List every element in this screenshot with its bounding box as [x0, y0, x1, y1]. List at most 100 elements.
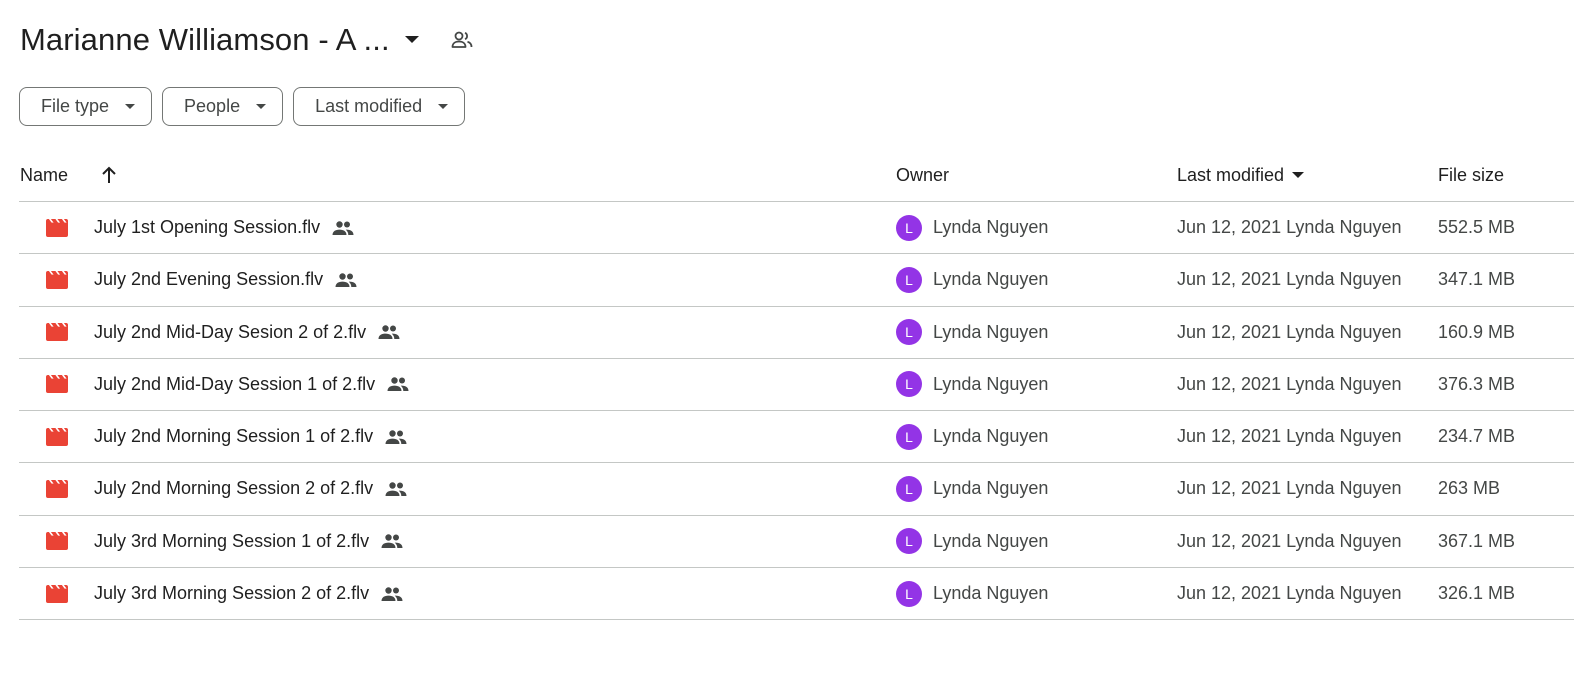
file-size-cell: 347.1 MB — [1438, 269, 1516, 290]
filter-bar: File type People Last modified — [19, 87, 466, 126]
owner-name: Lynda Nguyen — [933, 583, 1049, 604]
avatar: L — [896, 266, 922, 293]
people-filter[interactable]: People — [162, 87, 284, 126]
file-size-cell: 552.5 MB — [1438, 217, 1516, 237]
file-name: July 3rd Morning Session 1 of 2.flv — [94, 530, 370, 551]
owner-cell: L Lynda Nguyen — [896, 307, 1048, 358]
file-name-cell: July 3rd Morning Session 1 of 2.flv — [94, 516, 403, 567]
owner-cell: L Lynda Nguyen — [896, 568, 1048, 619]
people-icon — [332, 220, 354, 235]
owner-name: Lynda Nguyen — [933, 426, 1049, 447]
last-modified-cell: Jun 12, 2021 Lynda Nguyen — [1177, 217, 1402, 237]
file-row[interactable]: July 2nd Mid-Day Sesion 2 of 2.flv L Lyn… — [19, 305, 1574, 358]
column-header-file-size: File size — [1438, 164, 1505, 185]
file-name-cell: July 3rd Morning Session 2 of 2.flv — [94, 568, 403, 619]
file-name-cell: July 2nd Morning Session 1 of 2.flv — [94, 411, 407, 462]
last-modified-cell: Jun 12, 2021 Lynda Nguyen — [1177, 373, 1402, 394]
owner-name: Lynda Nguyen — [933, 217, 1049, 237]
last-modified-cell: Jun 12, 2021 Lynda Nguyen — [1177, 426, 1402, 447]
file-name: July 2nd Mid-Day Session 1 of 2.flv — [94, 373, 376, 394]
avatar: L — [896, 423, 922, 450]
filter-label: People — [184, 96, 241, 116]
owner-name: Lynda Nguyen — [933, 321, 1049, 342]
video-file-icon — [45, 463, 69, 514]
people-icon — [335, 273, 357, 287]
avatar: L — [896, 475, 922, 502]
people-icon — [381, 534, 403, 549]
people-icon — [378, 325, 400, 340]
avatar: L — [896, 580, 922, 607]
file-size-cell: 234.7 MB — [1438, 426, 1516, 447]
people-icon — [385, 429, 407, 444]
owner-name: Lynda Nguyen — [933, 530, 1049, 551]
owner-cell: L Lynda Nguyen — [896, 254, 1048, 305]
people-icon — [381, 586, 403, 601]
file-name: July 2nd Morning Session 1 of 2.flv — [94, 426, 374, 447]
file-name-cell: July 1st Opening Session.flv — [94, 202, 354, 253]
file-name: July 2nd Mid-Day Sesion 2 of 2.flv — [94, 321, 367, 342]
file-size-cell: 376.3 MB — [1438, 373, 1516, 394]
column-header-last-modified[interactable]: Last modified — [1177, 150, 1305, 200]
last-modified-cell: Jun 12, 2021 Lynda Nguyen — [1177, 583, 1402, 604]
folder-header: Marianne Williamson - A ... — [20, 18, 474, 62]
avatar: L — [896, 319, 922, 346]
avatar: L — [896, 371, 922, 398]
file-name-cell: July 2nd Morning Session 2 of 2.flv — [94, 463, 407, 514]
video-file-icon — [45, 359, 69, 410]
column-header-owner: Owner — [896, 164, 950, 185]
arrow-drop-down-icon — [256, 104, 267, 109]
avatar: L — [896, 528, 922, 555]
last-modified-cell: Jun 12, 2021 Lynda Nguyen — [1177, 269, 1402, 290]
file-size-cell: 367.1 MB — [1438, 530, 1516, 551]
file-name-cell: July 2nd Evening Session.flv — [94, 254, 357, 305]
video-file-icon — [45, 516, 69, 567]
owner-cell: L Lynda Nguyen — [896, 463, 1048, 514]
file-name-cell: July 2nd Mid-Day Session 1 of 2.flv — [94, 359, 409, 410]
file-name: July 2nd Evening Session.flv — [94, 269, 324, 290]
owner-cell: L Lynda Nguyen — [896, 202, 1048, 253]
file-size-cell: 326.1 MB — [1438, 583, 1516, 604]
column-header-name[interactable]: Name — [20, 150, 68, 200]
column-header-row: Name Owner Last modified File size — [0, 150, 1574, 200]
arrow-drop-down-icon — [438, 104, 449, 109]
file-row[interactable]: July 2nd Evening Session.flv L Lynda Ngu… — [19, 253, 1574, 305]
owner-name: Lynda Nguyen — [933, 373, 1049, 394]
file-row[interactable]: July 1st Opening Session.flv L Lynda Ngu… — [19, 201, 1574, 253]
video-file-icon — [45, 307, 69, 358]
file-row[interactable]: July 2nd Morning Session 2 of 2.flv L Ly… — [19, 462, 1574, 514]
last-modified-filter[interactable]: Last modified — [293, 87, 466, 126]
owner-cell: L Lynda Nguyen — [896, 411, 1048, 462]
file-list: July 1st Opening Session.flv L Lynda Ngu… — [19, 201, 1574, 621]
file-type-filter[interactable]: File type — [19, 87, 153, 126]
divider — [19, 619, 1574, 621]
column-header-label: Last modified — [1177, 164, 1285, 185]
people-icon — [387, 377, 409, 392]
file-name: July 2nd Morning Session 2 of 2.flv — [94, 478, 374, 499]
file-size-cell: 263 MB — [1438, 478, 1501, 499]
filter-label: Last modified — [315, 96, 423, 116]
owner-cell: L Lynda Nguyen — [896, 359, 1048, 410]
file-name: July 1st Opening Session.flv — [94, 217, 321, 237]
last-modified-cell: Jun 12, 2021 Lynda Nguyen — [1177, 530, 1402, 551]
file-row[interactable]: July 2nd Morning Session 1 of 2.flv L Ly… — [19, 410, 1574, 462]
file-row[interactable]: July 2nd Mid-Day Session 1 of 2.flv L Ly… — [19, 357, 1574, 410]
video-file-icon — [45, 202, 69, 253]
folder-title[interactable]: Marianne Williamson - A ... — [20, 22, 390, 58]
arrow-drop-down-icon[interactable] — [400, 28, 424, 52]
people-outline-icon[interactable] — [450, 28, 474, 52]
video-file-icon — [45, 568, 69, 619]
filter-label: File type — [41, 96, 110, 116]
last-modified-cell: Jun 12, 2021 Lynda Nguyen — [1177, 321, 1402, 342]
owner-name: Lynda Nguyen — [933, 478, 1049, 499]
last-modified-cell: Jun 12, 2021 Lynda Nguyen — [1177, 478, 1402, 499]
file-row[interactable]: July 3rd Morning Session 1 of 2.flv L Ly… — [19, 514, 1574, 567]
arrow-up-icon[interactable] — [98, 150, 120, 200]
file-size-cell: 160.9 MB — [1438, 321, 1516, 342]
avatar: L — [896, 214, 922, 241]
owner-name: Lynda Nguyen — [933, 269, 1049, 290]
file-name: July 3rd Morning Session 2 of 2.flv — [94, 583, 370, 604]
owner-cell: L Lynda Nguyen — [896, 516, 1048, 567]
people-icon — [385, 482, 407, 496]
video-file-icon — [45, 411, 69, 462]
file-row[interactable]: July 3rd Morning Session 2 of 2.flv L Ly… — [19, 567, 1574, 619]
